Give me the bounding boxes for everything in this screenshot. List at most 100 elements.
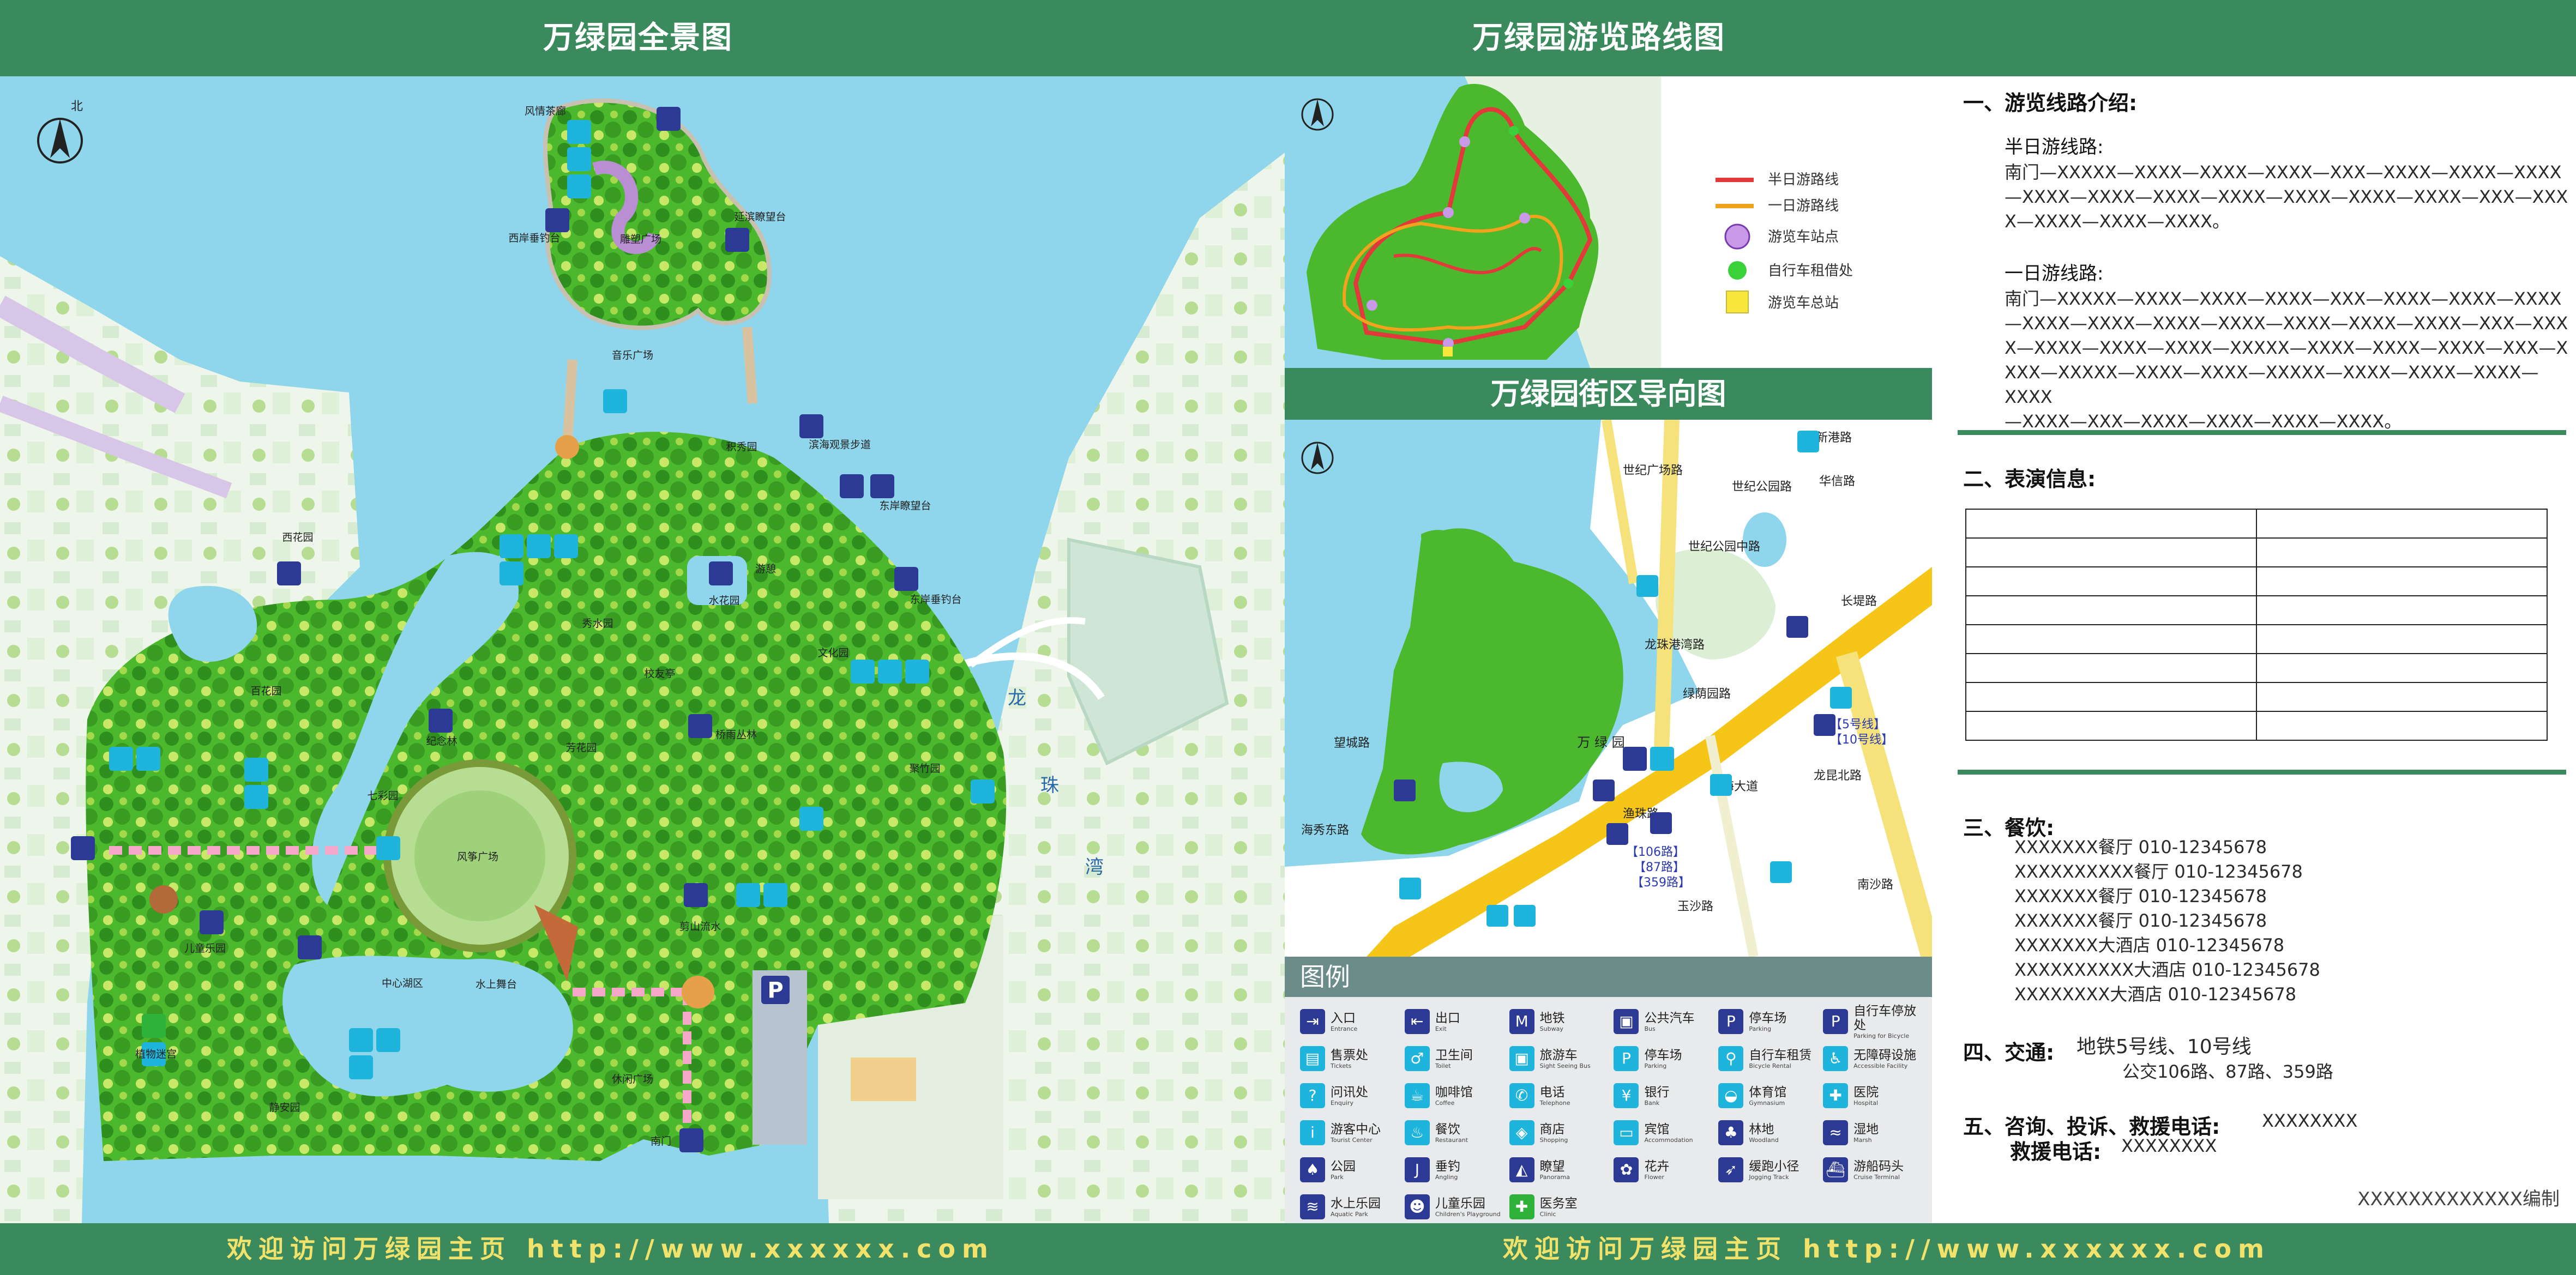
legend-label: 湿地	[1853, 1122, 1879, 1137]
legend-label-en: Tickets	[1331, 1062, 1352, 1069]
full-day-line: X—XXXX—XXXX—XXXX—XXXXX—XXXX—XXXX—XXXX—XX…	[2005, 337, 2568, 358]
legend-label-en: Hospital	[1853, 1099, 1879, 1107]
table-row	[1965, 537, 2548, 567]
legend-label-en: Aquatic Park	[1331, 1210, 1368, 1218]
half-day-route-text: 南门—XXXXX—XXXX—XXXX—XXXX—XXX—XXXX—XXXX—XX…	[2005, 160, 2568, 234]
half-day-title: 半日游线路:	[2005, 136, 2104, 158]
legend-label-en: Toilet	[1435, 1062, 1451, 1069]
legend-label: 无障碍设施	[1853, 1048, 1917, 1062]
info-column: 一、游览线路介绍: 半日游线路: 南门—XXXXX—XXXX—XXXX—XXXX…	[1941, 76, 2576, 1223]
legend-item: ☻ 儿童乐园 Children's Playground	[1404, 1189, 1509, 1225]
legend-label: 餐饮	[1435, 1122, 1460, 1137]
telephone-icon: ✆	[1509, 1083, 1534, 1108]
street-map[interactable]: 万 绿 园 新港路 华信路 世纪广场路 世纪公园路 世纪公园中路 龙珠港湾路 绿…	[1285, 420, 1932, 957]
panorama-icon: ◭	[1509, 1157, 1534, 1182]
route-map[interactable]: 半日游路线 一日游路线 游览车站点 自行车租借处 游览车总站	[1285, 76, 1932, 368]
homepage-link-left[interactable]: 欢迎访问万绿园主页 http://www.xxxxxx.com	[227, 1231, 995, 1267]
legend-item: ⛴ 游船码头 Cruise Terminal	[1823, 1152, 1928, 1188]
legend-label-en: Sight Seeing Bus	[1539, 1062, 1591, 1069]
legend-label: 瞭望	[1539, 1159, 1565, 1174]
list-item: XXXXXXXXXX餐厅 010-12345678	[2014, 861, 2303, 882]
panorama-title: 万绿园全景图	[543, 20, 733, 56]
full-day-route-text: 南门—XXXXX—XXXX—XXXX—XXXX—XXX—XXXX—XXXX—XX…	[2005, 287, 2576, 434]
svg-text:北: 北	[71, 100, 83, 113]
legend-label: 停车场	[1749, 1011, 1787, 1025]
bicycle-rental-icon: ⚲	[1718, 1046, 1744, 1071]
legend-label: 公共汽车	[1644, 1011, 1695, 1025]
parking-icon: P	[1614, 1046, 1639, 1071]
svg-text:秀水园: 秀水园	[582, 618, 613, 630]
legend-label-en: Enquiry	[1331, 1099, 1353, 1107]
subway-icon: M	[1509, 1009, 1534, 1034]
woodland-icon: ♣	[1718, 1120, 1744, 1145]
svg-text:百花园: 百花园	[250, 685, 281, 697]
table-row	[1965, 711, 2548, 741]
list-item: XXXXXXX餐厅 010-12345678	[2014, 837, 2267, 857]
svg-text:绿荫园路: 绿荫园路	[1683, 687, 1731, 701]
svg-text:静安园: 静安园	[269, 1102, 300, 1114]
full-day-title: 一日游线路:	[2005, 263, 2104, 285]
legend-item: ? 问讯处 Enquiry	[1300, 1078, 1405, 1114]
legend-item: ⚲ 自行车租赁 Bicycle Rental	[1718, 1041, 1823, 1077]
legend-label: 医务室	[1539, 1196, 1578, 1211]
svg-text:【359路】: 【359路】	[1632, 876, 1690, 890]
table-row	[1965, 595, 2548, 625]
panorama-map[interactable]: P 北 风情茶廊 雕塑广场 延滨瞭望台 西岸垂钓台 音乐广场 积秀园 滨海观景步…	[0, 76, 1285, 1223]
svg-text:华信路: 华信路	[1819, 475, 1855, 488]
legend-item: ✿ 花卉 Flower	[1614, 1152, 1718, 1188]
legend-label: 医院	[1853, 1085, 1879, 1099]
svg-text:长堤路: 长堤路	[1841, 595, 1877, 608]
legend-label-en: Parking	[1749, 1025, 1772, 1032]
svg-text:纪念林: 纪念林	[426, 735, 457, 747]
legend-label-en: Clinic	[1539, 1210, 1556, 1218]
legend-label-en: Cruise Terminal	[1853, 1173, 1900, 1181]
divider	[1958, 430, 2566, 435]
legend-item: ◭ 瞭望 Panorama	[1509, 1152, 1614, 1188]
legend-label: 宾馆	[1644, 1122, 1670, 1137]
coffee-icon: ☕	[1404, 1083, 1430, 1108]
shopping-icon: ◈	[1509, 1120, 1534, 1145]
transport-subway: 地铁5号线、10号线	[2077, 1036, 2252, 1058]
park-icon: ♠	[1300, 1157, 1325, 1182]
legend-label-en: Park	[1331, 1173, 1344, 1181]
legend-label: 问讯处	[1331, 1085, 1368, 1099]
svg-text:水上舞台: 水上舞台	[476, 978, 517, 990]
legend-label: 花卉	[1644, 1159, 1670, 1174]
full-day-line: XXX—XXXXX—XXXX—XXXX—XXXXX—XXXX—XXXX—XXXX…	[2005, 362, 2539, 407]
homepage-link-right[interactable]: 欢迎访问万绿园主页 http://www.xxxxxx.com	[1503, 1231, 2271, 1267]
legend-label-en: Accommodation	[1644, 1136, 1693, 1144]
tour-bus-icon: ▣	[1509, 1046, 1534, 1071]
transport-title: 四、交通:	[1963, 1041, 2055, 1065]
legend-label: 游客中心	[1331, 1122, 1381, 1137]
legend-label: 地铁	[1539, 1011, 1565, 1025]
legend-item: ≈ 湿地 Marsh	[1823, 1115, 1928, 1151]
bank-icon: ¥	[1614, 1083, 1639, 1108]
svg-text:芳花园: 芳花园	[565, 742, 597, 754]
svg-text:【10号线】: 【10号线】	[1830, 733, 1893, 747]
legend-label-en: Bus	[1644, 1025, 1656, 1032]
svg-text:游览车总站: 游览车总站	[1768, 295, 1839, 311]
legend-item: ♠ 公园 Park	[1300, 1152, 1405, 1188]
performance-table	[1965, 509, 2548, 741]
legend-label: 垂钓	[1435, 1159, 1460, 1174]
svg-text:音乐广场: 音乐广场	[612, 349, 653, 361]
legend-item: M 地铁 Subway	[1509, 1004, 1614, 1040]
legend-label-en: Accessible Facility	[1853, 1062, 1908, 1069]
svg-text:滨海观景步道: 滨海观景步道	[809, 439, 871, 451]
legend-item: ◈ 商店 Shopping	[1509, 1115, 1614, 1151]
svg-text:世纪广场路: 世纪广场路	[1623, 464, 1683, 478]
svg-text:P: P	[767, 978, 783, 1003]
legend-label-en: Entrance	[1331, 1025, 1358, 1032]
svg-text:世纪公园路: 世纪公园路	[1732, 480, 1792, 494]
svg-text:【106路】: 【106路】	[1626, 845, 1685, 859]
svg-text:中心湖区: 中心湖区	[382, 977, 423, 989]
legend-item: ◒ 体育馆 Gymnasium	[1718, 1078, 1823, 1114]
hospital-icon: ✚	[1823, 1083, 1849, 1108]
legend-item: ✚ 医院 Hospital	[1823, 1078, 1928, 1114]
flower-icon: ✿	[1614, 1157, 1639, 1182]
toilet-icon: ♂	[1404, 1046, 1430, 1071]
legend-item: ♿ 无障碍设施 Accessible Facility	[1823, 1041, 1928, 1077]
legend-item: ♨ 餐饮 Restaurant	[1404, 1115, 1509, 1151]
legend-item: ⇤ 出口 Exit	[1404, 1004, 1509, 1040]
svg-text:聚竹园: 聚竹园	[909, 763, 940, 775]
